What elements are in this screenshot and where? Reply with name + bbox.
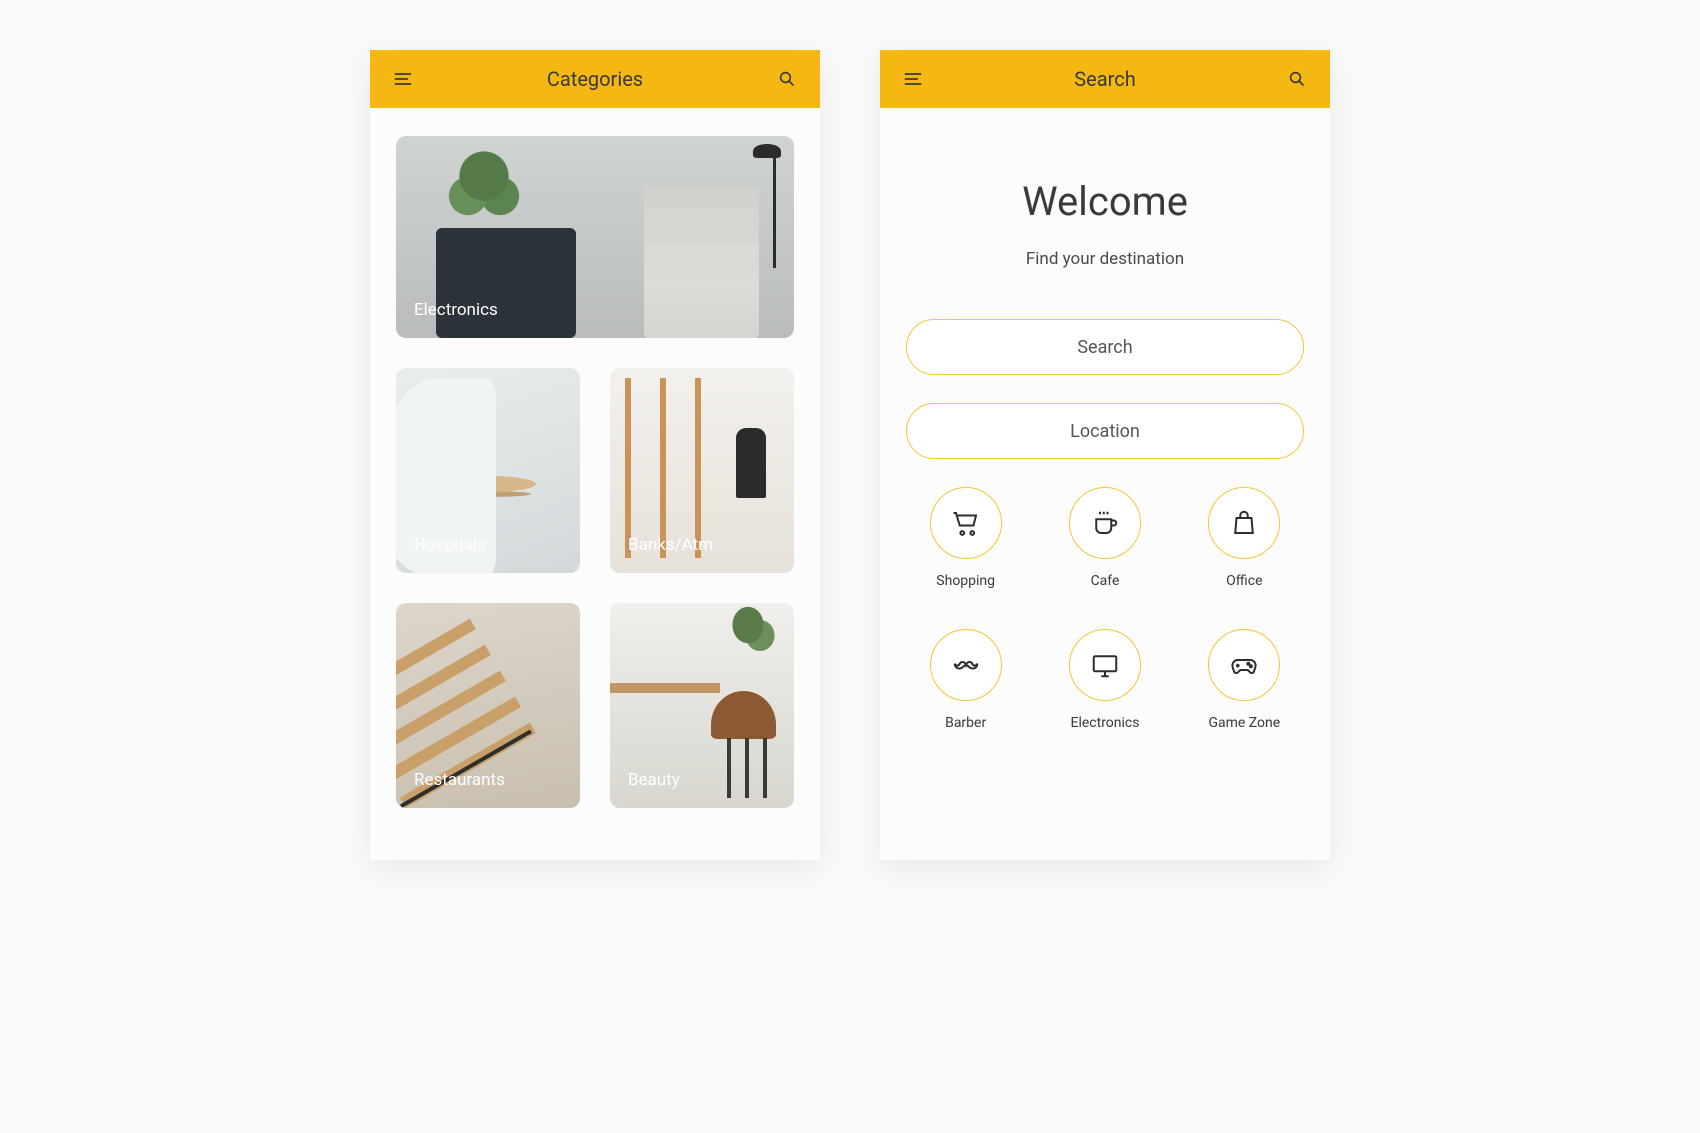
page-title: Categories [547, 67, 643, 91]
category-label: Restaurants [414, 770, 505, 790]
page-title: Search [1074, 67, 1135, 91]
quick-category-barber[interactable]: Barber [906, 629, 1025, 731]
category-card-restaurants[interactable]: Restaurants [396, 603, 580, 808]
coffee-cup-icon [1069, 487, 1141, 559]
quick-category-cafe[interactable]: Cafe [1045, 487, 1164, 589]
categories-screen: Categories Electronics Hospitals Banks/A… [370, 50, 820, 860]
icon-label: Electronics [1071, 715, 1140, 731]
shopping-cart-icon [930, 487, 1002, 559]
icon-label: Cafe [1091, 573, 1120, 589]
menu-icon[interactable] [392, 68, 414, 90]
icon-label: Game Zone [1208, 715, 1280, 731]
category-card-hospitals[interactable]: Hospitals [396, 368, 580, 573]
search-icon[interactable] [1286, 68, 1308, 90]
location-placeholder: Location [1070, 421, 1140, 442]
categories-content: Electronics Hospitals Banks/Atm Restaura… [370, 108, 820, 860]
quick-category-grid: Shopping Cafe Office Barber [906, 487, 1304, 731]
search-screen: Search Welcome Find your destination Sea… [880, 50, 1330, 860]
menu-icon[interactable] [902, 68, 924, 90]
icon-label: Shopping [936, 573, 995, 589]
quick-category-office[interactable]: Office [1185, 487, 1304, 589]
category-label: Electronics [414, 300, 498, 320]
category-card-electronics[interactable]: Electronics [396, 136, 794, 338]
icon-label: Office [1226, 573, 1262, 589]
monitor-icon [1069, 629, 1141, 701]
search-input[interactable]: Search [906, 319, 1304, 375]
search-content: Welcome Find your destination Search Loc… [880, 108, 1330, 860]
mustache-icon [930, 629, 1002, 701]
icon-label: Barber [945, 715, 986, 731]
quick-category-shopping[interactable]: Shopping [906, 487, 1025, 589]
location-input[interactable]: Location [906, 403, 1304, 459]
bag-icon [1208, 487, 1280, 559]
search-placeholder: Search [1077, 337, 1132, 358]
gamepad-icon [1208, 629, 1280, 701]
quick-category-electronics[interactable]: Electronics [1045, 629, 1164, 731]
category-label: Hospitals [414, 535, 486, 555]
app-header: Search [880, 50, 1330, 108]
app-header: Categories [370, 50, 820, 108]
quick-category-gamezone[interactable]: Game Zone [1185, 629, 1304, 731]
category-label: Beauty [628, 770, 680, 790]
welcome-subtitle: Find your destination [906, 249, 1304, 269]
welcome-heading: Welcome [906, 178, 1304, 225]
category-label: Banks/Atm [628, 535, 713, 555]
category-card-banks[interactable]: Banks/Atm [610, 368, 794, 573]
category-card-beauty[interactable]: Beauty [610, 603, 794, 808]
search-icon[interactable] [776, 68, 798, 90]
